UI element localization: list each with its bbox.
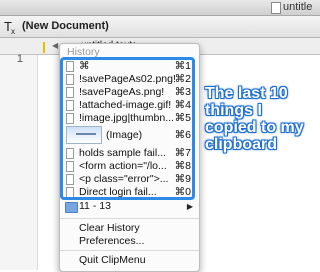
menu-separator — [60, 218, 199, 219]
document-name: (New Document) — [22, 20, 109, 32]
annotation-highlight-box — [60, 57, 195, 200]
preferences-item[interactable]: Preferences... — [60, 235, 199, 248]
annotation-callout: The last 10 things I copied to my clipbo… — [205, 85, 304, 153]
window-title: untitle — [283, 1, 313, 13]
preferences-label: Preferences... — [79, 235, 145, 247]
quit-clipmenu-item[interactable]: Quit ClipMenu — [60, 254, 199, 267]
title-bar: untitle — [0, 0, 320, 16]
clear-history-label: Clear History — [79, 222, 140, 234]
line-number-gutter: 1 — [0, 53, 38, 270]
folder-icon — [65, 202, 78, 213]
menu-separator — [60, 250, 199, 251]
history-submenu-11-13[interactable]: 11 - 13 ▶ — [60, 200, 199, 213]
clear-history-item[interactable]: Clear History — [60, 222, 199, 235]
line-number: 1 — [16, 53, 23, 65]
text-style-icon[interactable]: Tx — [4, 19, 16, 36]
text-style-sub: x — [10, 27, 15, 36]
text-caret — [43, 42, 45, 53]
quit-label: Quit ClipMenu — [79, 254, 146, 266]
back-arrow-icon[interactable]: ◀ — [52, 41, 58, 50]
submenu-arrow-icon: ▶ — [186, 202, 193, 211]
submenu-label: 11 - 13 — [79, 200, 111, 212]
document-icon — [271, 2, 281, 14]
toolbar: Tx (New Document) — [0, 16, 320, 38]
